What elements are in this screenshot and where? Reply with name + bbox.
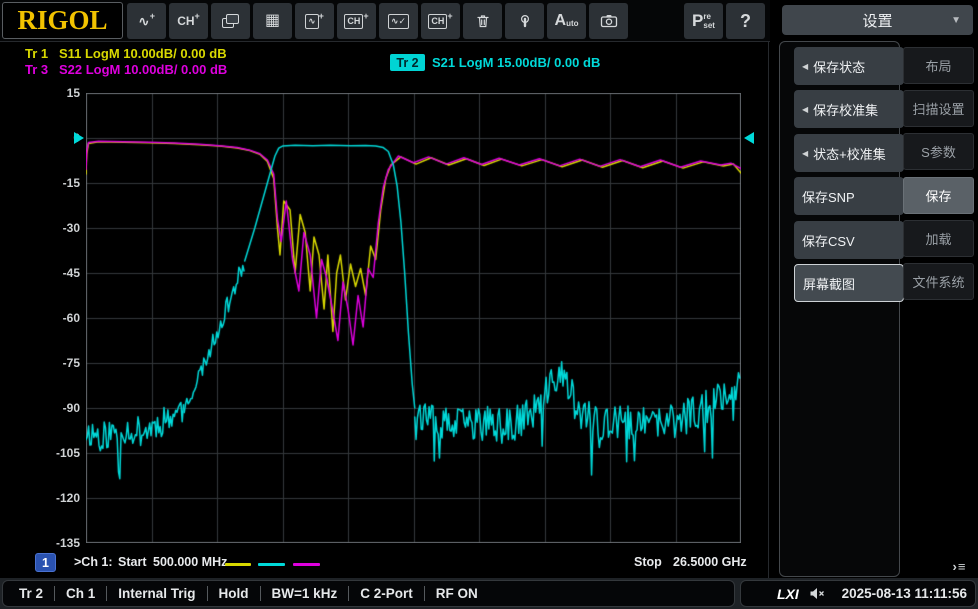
- help-button[interactable]: ?: [726, 3, 765, 39]
- menu-item-save-state[interactable]: ◀ 保存状态: [794, 47, 904, 85]
- y-axis-tick: -90: [62, 401, 80, 415]
- status-segment-right: LXI 2025-08-13 11:11:56: [740, 580, 976, 607]
- menu-item-save-cal-set[interactable]: ◀ 保存校准集: [794, 90, 904, 128]
- channel-badge[interactable]: 1: [35, 553, 56, 572]
- y-axis-tick: -105: [55, 446, 80, 460]
- plus-icon: +: [149, 10, 155, 21]
- screenshot-button[interactable]: [589, 3, 628, 39]
- status-calibration: C 2-Port: [348, 586, 413, 601]
- y-axis-tick: -120: [55, 491, 80, 505]
- y-axis-tick: -15: [62, 176, 80, 190]
- trace-window-button[interactable]: ∿ +: [295, 3, 334, 39]
- y-axis-tick: -75: [62, 356, 80, 370]
- trace3-label[interactable]: Tr 3 S22 LogM 10.00dB/ 0.00 dB: [25, 62, 227, 77]
- status-active-trace: Tr 2: [19, 586, 44, 601]
- channel-window-button[interactable]: CH +: [337, 3, 376, 39]
- channel-window-icon: CH: [344, 13, 364, 29]
- left-arrow-icon: ◀: [802, 104, 809, 114]
- menu-item-save-snp[interactable]: 保存SNP: [794, 177, 904, 215]
- channel-file-button[interactable]: CH +: [421, 3, 460, 39]
- settings-menu-header[interactable]: 设置 ▼: [782, 5, 973, 35]
- measure-table-button[interactable]: ▦: [253, 3, 292, 39]
- trace-file-icon: ∿✓: [387, 13, 410, 29]
- delete-button[interactable]: [463, 3, 502, 39]
- plus-icon: +: [447, 10, 453, 21]
- window-layout-button[interactable]: [211, 3, 250, 39]
- touch-icon: [520, 14, 529, 28]
- status-sweep-state: Hold: [206, 586, 249, 601]
- reference-level-marker-left[interactable]: [74, 132, 84, 144]
- plus-icon: +: [318, 10, 324, 21]
- status-channel: Ch 1: [54, 586, 95, 601]
- touch-button[interactable]: [505, 3, 544, 39]
- help-icon: ?: [740, 10, 751, 31]
- trace1-label[interactable]: Tr 1 S11 LogM 10.00dB/ 0.00 dB: [25, 46, 227, 61]
- left-arrow-icon: ◀: [802, 148, 809, 158]
- lxi-logo: LXI: [777, 585, 799, 602]
- status-if-bandwidth: BW=1 kHz: [259, 586, 337, 601]
- reference-level-marker-right[interactable]: [744, 132, 754, 144]
- plus-icon: +: [194, 10, 200, 21]
- add-channel-icon: CH: [177, 14, 195, 28]
- stop-freq-value[interactable]: 26.5000 GHz: [673, 555, 747, 569]
- table-icon: ▦: [264, 12, 281, 29]
- menu-item-screenshot[interactable]: 屏幕截图: [794, 264, 904, 302]
- graph-area: Tr 1 S11 LogM 10.00dB/ 0.00 dB Tr 3 S22 …: [0, 42, 769, 578]
- auto-scale-icon: A: [554, 12, 567, 29]
- datetime: 2025-08-13 11:11:56: [841, 586, 967, 601]
- vna-screen: RIGOL ∿ + CH + ▦ ∿ + CH + ∿✓ CH + A uto …: [0, 0, 978, 609]
- rigol-logo: RIGOL: [2, 2, 123, 39]
- status-bar: Tr 2 Ch 1 Internal Trig Hold BW=1 kHz C …: [0, 578, 978, 609]
- start-freq-label: Start: [118, 555, 147, 569]
- channel-file-icon: CH: [428, 13, 448, 29]
- trash-icon: [476, 15, 489, 28]
- menu-item-save-csv[interactable]: 保存CSV: [794, 221, 904, 259]
- add-channel-button[interactable]: CH +: [169, 3, 208, 39]
- y-axis-tick: 15: [66, 86, 80, 100]
- status-rf-power: RF ON: [423, 586, 478, 601]
- add-trace-icon: ∿: [138, 13, 150, 29]
- start-freq-value[interactable]: 500.000 MHz: [153, 555, 227, 569]
- camera-icon: [600, 15, 617, 28]
- left-arrow-icon: ◀: [802, 61, 809, 71]
- add-trace-button[interactable]: ∿ +: [127, 3, 166, 39]
- tab-file-system[interactable]: 文件系统: [903, 263, 974, 300]
- plus-icon: +: [363, 10, 369, 21]
- y-axis-tick: -60: [62, 311, 80, 325]
- trace3-color-swatch: [293, 563, 320, 566]
- y-axis-tick: -135: [55, 536, 80, 550]
- preset-button[interactable]: P re set: [684, 3, 723, 39]
- tab-layout[interactable]: 布局: [903, 47, 974, 84]
- trace2-label[interactable]: S21 LogM 15.00dB/ 0.00 dB: [432, 55, 600, 70]
- trace2-active-badge[interactable]: Tr 2: [390, 54, 425, 71]
- tab-sweep-setup[interactable]: 扫描设置: [903, 90, 974, 127]
- auto-scale-button[interactable]: Auto: [547, 3, 586, 39]
- channel-label: >Ch 1:: [74, 555, 113, 569]
- sparameter-plot: [86, 93, 741, 543]
- status-trigger: Internal Trig: [106, 586, 196, 601]
- trace-file-button[interactable]: ∿✓: [379, 3, 418, 39]
- tab-save[interactable]: 保存: [903, 177, 974, 214]
- trace2-color-swatch: [258, 563, 285, 566]
- tab-s-parameters[interactable]: S参数: [903, 133, 974, 170]
- settings-sidebar: 设置 ▼ ◀ 保存状态 ◀ 保存校准集 ◀ 状态+校准集 保存SNP 保存CSV 屏幕…: [770, 0, 978, 578]
- submenu-panel: ◀ 保存状态 ◀ 保存校准集 ◀ 状态+校准集 保存SNP 保存CSV 屏幕截图: [779, 41, 904, 577]
- y-axis-tick: -45: [62, 266, 80, 280]
- menu-item-state-plus-cal[interactable]: ◀ 状态+校准集: [794, 134, 904, 172]
- chevron-down-icon: ▼: [951, 14, 961, 26]
- sidebar-expand-icon[interactable]: ›≡: [946, 556, 973, 576]
- window-stack-icon: [222, 14, 239, 28]
- preset-icon: P: [692, 11, 704, 30]
- trace-window-icon: ∿: [305, 13, 319, 29]
- status-segment-left: Tr 2 Ch 1 Internal Trig Hold BW=1 kHz C …: [2, 580, 735, 607]
- stop-freq-label: Stop: [634, 555, 662, 569]
- trace1-color-swatch: [225, 563, 251, 566]
- tab-load[interactable]: 加载: [903, 220, 974, 257]
- speaker-muted-icon: [810, 588, 824, 599]
- y-axis-tick: -30: [62, 221, 80, 235]
